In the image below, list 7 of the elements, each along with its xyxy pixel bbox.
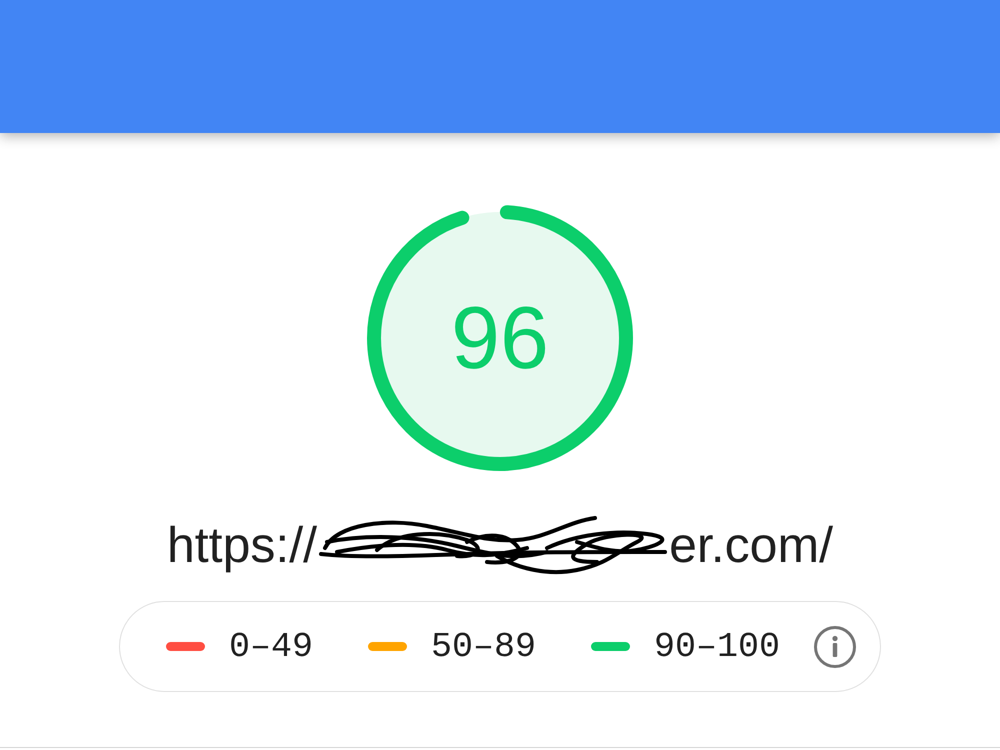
info-icon[interactable] [814,626,856,668]
score-value: 96 [451,288,549,388]
legend-range-label: 50–89 [430,626,536,666]
url-text-start: https:// [166,516,318,575]
url-text-end: er.com/ [669,516,834,575]
legend-range-label: 0–49 [228,626,313,666]
legend-range-label: 90–100 [654,626,780,666]
